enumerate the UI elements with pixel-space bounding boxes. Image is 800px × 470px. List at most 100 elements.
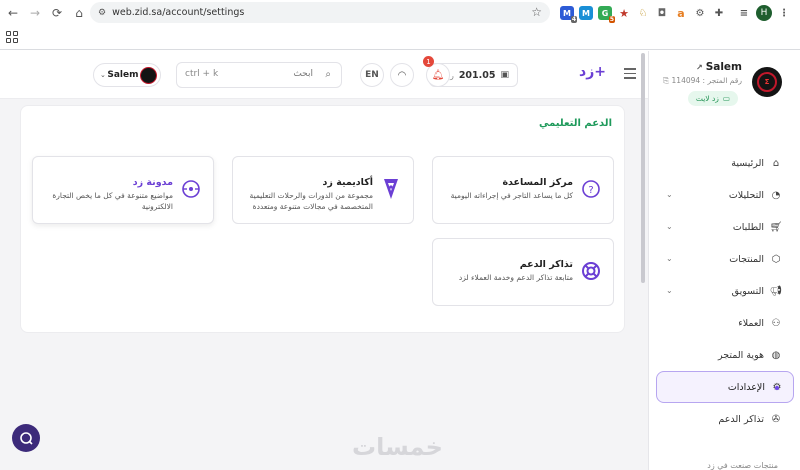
home-browser-icon[interactable]: ⌂ — [68, 2, 90, 24]
lifebuoy-icon — [581, 261, 601, 281]
reading-list-icon[interactable]: ≡ — [737, 6, 751, 20]
store-id-text: رقم المتجر : 114094 — [671, 76, 742, 85]
bookmark-star-icon[interactable]: ☆ — [531, 5, 542, 19]
tile-title: مدونة زد — [132, 177, 173, 188]
blog-tile[interactable]: مدونة زد مواضيع متنوعة في كل ما يخص التج… — [32, 156, 214, 224]
sidebar-item-customers[interactable]: العملاء ⚇ — [648, 307, 800, 339]
tile-description: مواضيع متنوعة في كل ما يخص التجارة الالك… — [52, 191, 173, 211]
academy-tile[interactable]: أكاديمية زد مجموعة من الدورات والرحلات ا… — [232, 156, 414, 224]
extension-icon[interactable]: M — [579, 6, 593, 20]
chevron-down-icon: ⌄ — [100, 71, 106, 79]
chevron-down-icon: ⌄ — [666, 286, 673, 295]
users-icon: ⚇ — [771, 317, 781, 329]
zid-logo[interactable]: زد+ — [579, 64, 606, 80]
sidebar-item-label: تذاكر الدعم — [718, 413, 764, 425]
user-name: Salem — [107, 70, 139, 80]
tile-description: كل ما يساعد التاجر في إجراءاته اليومية — [450, 191, 573, 200]
tile-description: متابعة تذاكر الدعم وخدمة العملاء لزد — [458, 273, 573, 282]
support-tickets-tile[interactable]: تذاكر الدعم متابعة تذاكر الدعم وخدمة الع… — [432, 238, 614, 306]
sidebar-item-products[interactable]: ⌄ المنتجات ⬡ — [648, 243, 800, 275]
bell-icon: 🔔︎ — [431, 69, 445, 81]
extensions-row: M4 M G5 ★ ♘ ◘ a ⚙ ✚ ≡ H ⋮ — [560, 3, 791, 23]
chat-icon — [20, 432, 33, 445]
search-input[interactable] — [253, 69, 313, 79]
sidebar: Σ ↗ Salem ⎘ رقم المتجر : 114094 زد لايت … — [641, 51, 800, 470]
sidebar-item-store-identity[interactable]: هوية المتجر ◍ — [648, 339, 800, 371]
sidebar-item-label: المنتجات — [729, 253, 764, 265]
plan-badge[interactable]: زد لايت ▭ — [687, 91, 738, 106]
apps-grid-icon[interactable] — [6, 31, 18, 43]
active-indicator — [775, 386, 779, 390]
top-header: زد+ ر.س 201.05 ▣ 🔔︎ 1 ◠ EN ctrl + k ⌕ ⌄ … — [0, 51, 648, 99]
section-title: الدعم التعليمي — [538, 118, 612, 129]
tile-title: أكاديمية زد — [322, 177, 373, 188]
blog-icon — [181, 179, 201, 199]
address-bar[interactable]: ⚙ web.zid.sa/account/settings ☆ — [90, 2, 550, 23]
back-icon[interactable]: ← — [2, 2, 24, 24]
sidebar-item-settings[interactable]: الإعدادات ⚙ — [656, 371, 794, 403]
app-root: زد+ ر.س 201.05 ▣ 🔔︎ 1 ◠ EN ctrl + k ⌕ ⌄ … — [0, 51, 800, 470]
store-logo[interactable]: Σ — [752, 67, 782, 97]
search-box[interactable]: ctrl + k ⌕ — [176, 62, 342, 88]
bookmark-bar — [0, 26, 800, 50]
star-extension-icon[interactable]: ★ — [617, 6, 631, 20]
sidebar-item-label: التحليلات — [728, 189, 764, 201]
sidebar-item-label: الطلبات — [732, 221, 764, 233]
chat-button[interactable] — [12, 424, 40, 452]
forward-icon[interactable]: → — [24, 2, 46, 24]
sidebar-item-marketing[interactable]: ⌄ التسويق 📢︎ — [648, 275, 800, 307]
url-text: web.zid.sa/account/settings — [112, 7, 245, 18]
sidebar-item-label: العملاء — [738, 317, 764, 329]
amazon-icon[interactable]: a — [674, 6, 688, 20]
svg-text:?: ? — [588, 185, 593, 196]
sidebar-item-home[interactable]: الرئيسية ⌂ — [648, 147, 800, 179]
chevron-down-icon: ⌄ — [666, 190, 673, 199]
megaphone-icon: 📢︎ — [769, 285, 783, 297]
sidebar-item-label: هوية المتجر — [718, 349, 764, 361]
user-menu[interactable]: ⌄ Salem — [93, 63, 161, 87]
sidebar-footer: منتجات صنعت في زد — [707, 461, 778, 470]
educational-support-card: الدعم التعليمي ? مركز المساعدة كل ما يسا… — [20, 105, 625, 333]
sidebar-item-support-tickets[interactable]: تذاكر الدعم ✇ — [648, 403, 800, 435]
watermark: خمسات — [352, 433, 443, 461]
cart-icon: 🛒︎ — [769, 221, 783, 233]
headphones-icon: ◠ — [397, 69, 407, 81]
tile-title: تذاكر الدعم — [519, 259, 573, 270]
hamburger-menu-icon[interactable] — [624, 68, 636, 82]
camera-icon[interactable]: ◘ — [655, 6, 669, 20]
balance-amount: 201.05 — [458, 69, 496, 81]
sidebar-item-analytics[interactable]: ⌄ التحليلات ◔ — [648, 179, 800, 211]
gear-extension-icon[interactable]: ⚙ — [693, 6, 707, 20]
notification-badge: 1 — [423, 56, 434, 67]
sidebar-item-label: التسويق — [731, 285, 764, 297]
more-menu-icon[interactable]: ⋮ — [777, 6, 791, 20]
plan-label: زد لايت — [695, 94, 719, 103]
external-link-icon: ↗ — [695, 62, 703, 72]
store-id: ⎘ رقم المتجر : 114094 — [663, 76, 742, 86]
site-settings-icon[interactable]: ⚙ — [98, 8, 106, 18]
home-icon: ⌂ — [772, 157, 780, 169]
store-name-row[interactable]: ↗ Salem — [696, 61, 742, 73]
extension-icon[interactable]: G5 — [598, 6, 615, 23]
profile-avatar[interactable]: H — [756, 5, 772, 21]
reload-icon[interactable]: ⟳ — [46, 2, 68, 24]
sidebar-item-label: الإعدادات — [727, 381, 765, 393]
support-button[interactable]: ◠ — [390, 63, 414, 87]
chevron-down-icon: ⌄ — [666, 254, 673, 263]
lifebuoy-icon: ✇ — [771, 413, 781, 425]
sidebar-item-orders[interactable]: ⌄ الطلبات 🛒︎ — [648, 211, 800, 243]
academy-icon — [381, 179, 401, 199]
language-button[interactable]: EN — [360, 63, 384, 87]
scrollbar[interactable] — [641, 53, 645, 283]
store-name: Salem — [705, 61, 742, 73]
help-center-tile[interactable]: ? مركز المساعدة كل ما يساعد التاجر في إج… — [432, 156, 614, 224]
puzzle-icon[interactable]: ✚ — [712, 6, 726, 20]
extension-icon[interactable]: M4 — [560, 6, 577, 23]
search-shortcut: ctrl + k — [185, 69, 219, 79]
tile-description: مجموعة من الدورات والرحلات التعليمية الم… — [249, 191, 373, 211]
wallet-icon: ▣ — [500, 70, 509, 80]
box-icon: ⬡ — [771, 253, 781, 265]
chart-icon: ◔ — [771, 189, 781, 201]
extension-icon[interactable]: ♘ — [636, 6, 650, 20]
copy-icon[interactable]: ⎘ — [663, 76, 669, 85]
